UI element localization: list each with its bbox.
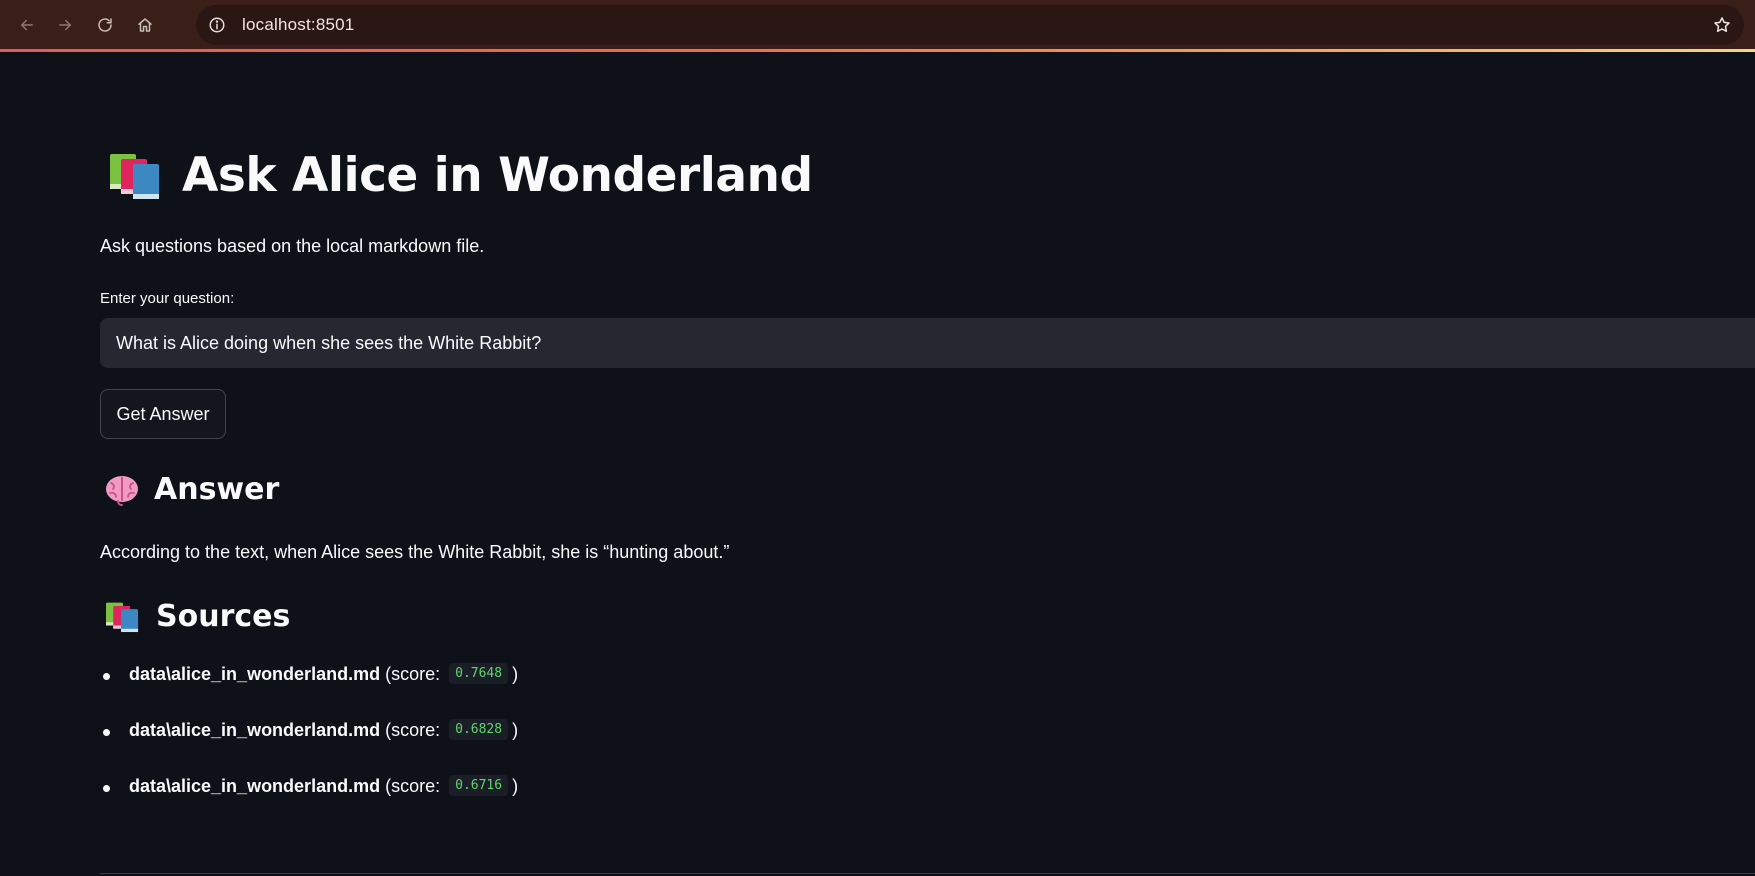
list-item: data\alice_in_wonderland.md (score: 0.67… (100, 775, 519, 832)
books-icon (110, 153, 159, 199)
question-label: Enter your question: (100, 290, 235, 307)
bottom-divider (100, 873, 1755, 874)
score-prefix: (score: (385, 664, 441, 684)
sources-list: data\alice_in_wonderland.md (score: 0.76… (100, 663, 519, 832)
score-suffix: ) (512, 720, 519, 740)
bookmark-star-icon[interactable] (1712, 15, 1732, 35)
arrow-left-icon (21, 19, 33, 31)
bullet-dot (103, 673, 110, 680)
answer-heading-text: Answer (154, 472, 280, 507)
page-title: Ask Alice in Wonderland (182, 148, 813, 203)
arrow-right-icon (59, 19, 71, 31)
score-prefix: (score: (385, 776, 441, 796)
source-file-name: data\alice_in_wonderland.md (129, 664, 381, 684)
brain-icon (106, 475, 138, 506)
bullet-dot (103, 785, 110, 792)
forward-button[interactable] (52, 12, 78, 38)
question-input[interactable] (100, 318, 1755, 368)
answer-heading: Answer (104, 472, 279, 507)
url-text[interactable]: localhost:8501 (242, 15, 354, 35)
get-answer-button[interactable]: Get Answer (100, 389, 226, 439)
list-item: data\alice_in_wonderland.md (score: 0.68… (100, 719, 519, 776)
source-file-name: data\alice_in_wonderland.md (129, 776, 381, 796)
address-bar[interactable]: localhost:8501 (196, 5, 1744, 45)
bullet-dot (103, 729, 110, 736)
app-main: Ask Alice in Wonderland Ask questions ba… (100, 52, 1755, 876)
reload-icon (98, 18, 112, 32)
page-subtitle: Ask questions based on the local markdow… (100, 236, 485, 256)
sources-heading: Sources (104, 599, 290, 634)
site-info-icon[interactable] (208, 16, 226, 34)
answer-text: According to the text, when Alice sees t… (100, 542, 730, 562)
back-button[interactable] (14, 12, 40, 38)
score-value: 0.7648 (449, 663, 509, 684)
books-icon (106, 602, 139, 632)
score-suffix: ) (512, 664, 519, 684)
source-file-name: data\alice_in_wonderland.md (129, 720, 381, 740)
browser-toolbar: localhost:8501 (0, 0, 1755, 52)
title-row: Ask Alice in Wonderland (108, 148, 813, 203)
score-value: 0.6828 (449, 719, 509, 740)
score-value: 0.6716 (449, 775, 509, 796)
home-button[interactable] (132, 12, 158, 38)
home-icon (138, 18, 152, 32)
sources-heading-text: Sources (156, 599, 291, 634)
score-suffix: ) (512, 776, 519, 796)
reload-button[interactable] (92, 12, 118, 38)
score-prefix: (score: (385, 720, 441, 740)
list-item: data\alice_in_wonderland.md (score: 0.76… (100, 663, 519, 720)
